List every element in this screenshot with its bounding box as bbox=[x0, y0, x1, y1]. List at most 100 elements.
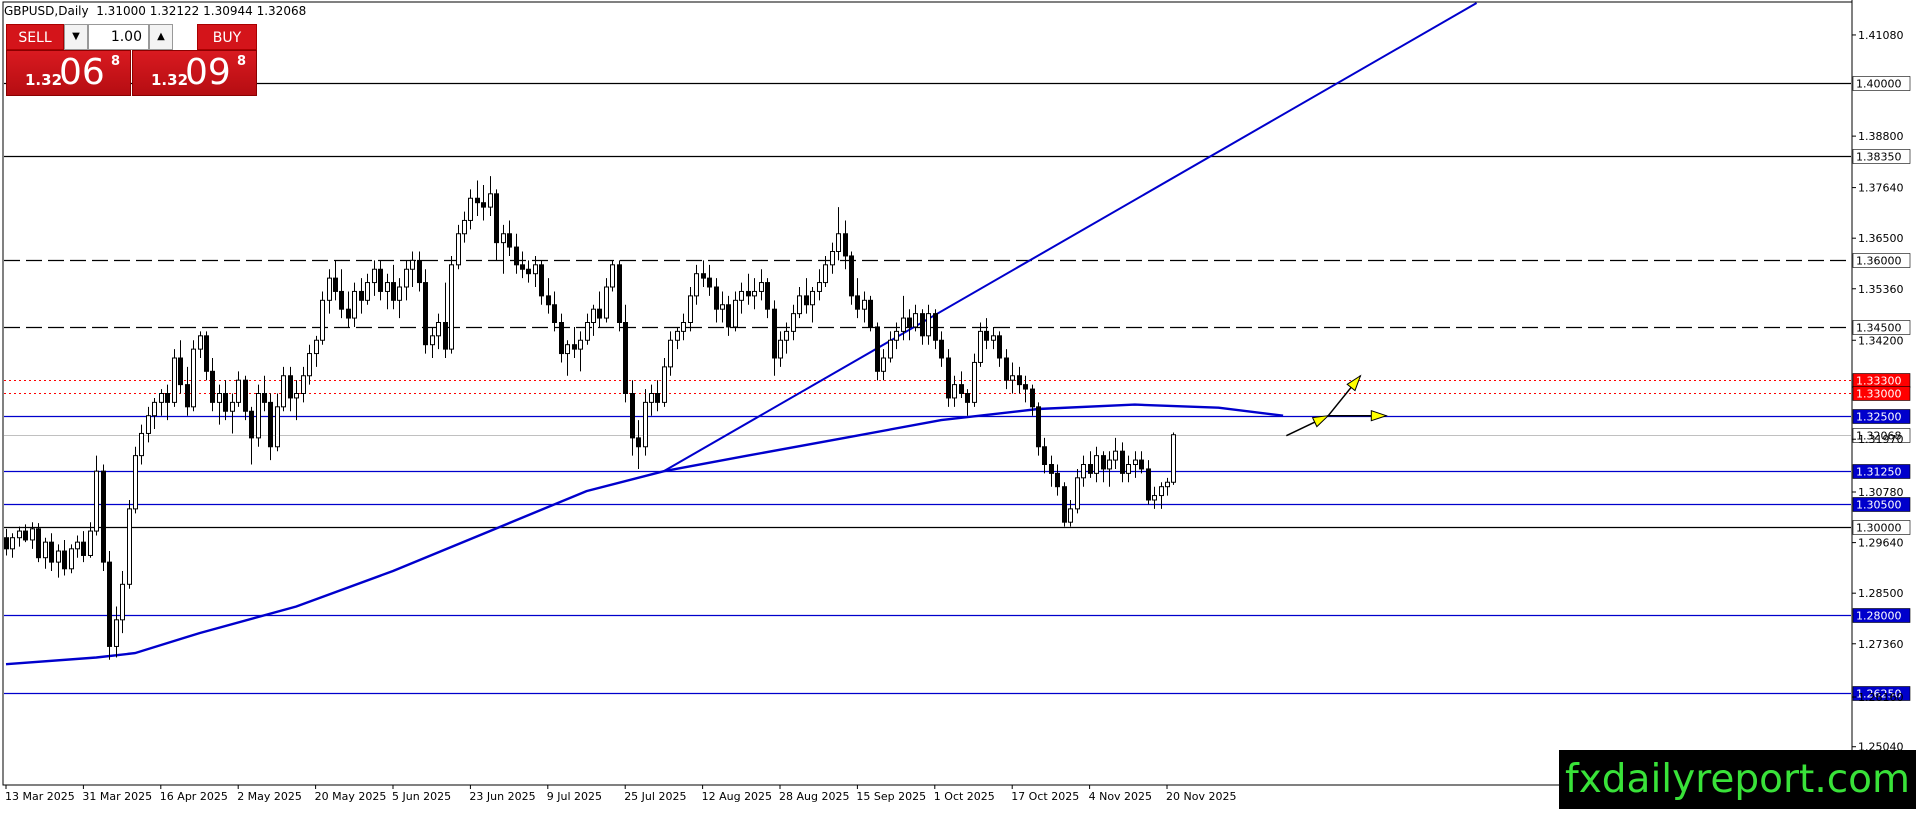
price-tick-label: 1.28500 bbox=[1858, 587, 1904, 600]
candle bbox=[610, 260, 615, 292]
candle-body bbox=[436, 322, 441, 337]
candle-body bbox=[191, 348, 196, 408]
candle-body bbox=[178, 357, 183, 386]
candle-body bbox=[152, 401, 157, 417]
candle-body bbox=[385, 282, 390, 292]
candle-body bbox=[468, 197, 473, 221]
candle-body bbox=[346, 308, 351, 319]
candle-body bbox=[817, 282, 822, 292]
candle-body bbox=[630, 393, 635, 439]
candle-body bbox=[23, 530, 28, 541]
candle bbox=[101, 464, 106, 571]
candle bbox=[36, 523, 41, 563]
candle bbox=[449, 255, 454, 354]
candle-body bbox=[165, 393, 170, 403]
candle-body bbox=[1139, 459, 1144, 470]
candle-body bbox=[720, 304, 725, 310]
candle-body bbox=[488, 193, 493, 208]
time-tick-label: 5 Jun 2025 bbox=[392, 790, 451, 803]
candle-body bbox=[668, 339, 673, 368]
candle-body bbox=[894, 330, 899, 341]
candle-body bbox=[1113, 450, 1118, 461]
chart-area[interactable]: 1.40000 1.38350 1.36000 1.34500 1.33300 1.330… bbox=[0, 0, 1916, 809]
candle-body bbox=[552, 304, 557, 323]
candle-body bbox=[520, 264, 525, 270]
close-value: 1.32068 bbox=[256, 4, 307, 18]
candle-body bbox=[268, 401, 273, 448]
open-value: 1.31000 bbox=[96, 4, 146, 18]
candle-body bbox=[185, 384, 190, 408]
candle-body bbox=[204, 335, 209, 372]
buy-button[interactable]: BUY bbox=[197, 24, 257, 50]
candle-body bbox=[320, 299, 325, 341]
lot-up-icon[interactable]: ▲ bbox=[149, 24, 173, 50]
candle-body bbox=[101, 470, 106, 563]
candle-body bbox=[862, 299, 867, 310]
candle-body bbox=[456, 233, 461, 266]
candle-body bbox=[198, 335, 203, 350]
candle-body bbox=[875, 326, 880, 372]
price-tick-label: 1.38800 bbox=[1858, 130, 1904, 143]
candle-body bbox=[501, 233, 506, 244]
candle-body bbox=[991, 335, 996, 341]
candle-body bbox=[913, 313, 918, 328]
candle-body bbox=[359, 290, 364, 301]
candle-body bbox=[997, 335, 1002, 359]
candle-body bbox=[243, 379, 248, 412]
candle-body bbox=[172, 357, 177, 403]
candle-body bbox=[217, 393, 222, 403]
time-tick-label: 20 May 2025 bbox=[315, 790, 387, 803]
level-label: 1.28000 bbox=[1856, 610, 1902, 623]
high-value: 1.32122 bbox=[149, 4, 200, 18]
candle-body bbox=[275, 406, 280, 448]
candle-body bbox=[139, 432, 144, 457]
candle bbox=[172, 349, 177, 407]
time-tick-label: 4 Nov 2025 bbox=[1089, 790, 1152, 803]
lot-dropdown-icon[interactable]: ▼ bbox=[64, 24, 88, 50]
time-tick-label: 25 Jul 2025 bbox=[624, 790, 686, 803]
candle-body bbox=[920, 313, 925, 337]
candle-body bbox=[1030, 388, 1035, 408]
candle-body bbox=[120, 583, 125, 621]
candle-body bbox=[1159, 486, 1164, 497]
sell-price-box[interactable]: 1.32 06 8 bbox=[6, 50, 131, 96]
candle-body bbox=[107, 561, 112, 647]
time-tick-label: 17 Oct 2025 bbox=[1011, 790, 1079, 803]
candle-body bbox=[249, 410, 254, 439]
candle-body bbox=[314, 339, 319, 355]
watermark: fxdailyreport.com bbox=[1559, 750, 1916, 809]
candle-body bbox=[714, 286, 719, 310]
candle-body bbox=[752, 290, 757, 297]
candle-body bbox=[1004, 357, 1009, 381]
candle-body bbox=[404, 268, 409, 288]
candle-body bbox=[565, 344, 570, 355]
candle-body bbox=[230, 401, 235, 412]
time-tick-label: 28 Aug 2025 bbox=[779, 790, 849, 803]
candle-body bbox=[739, 290, 744, 301]
level-label: 1.30000 bbox=[1856, 522, 1902, 535]
candle-body bbox=[81, 541, 86, 556]
candle bbox=[1062, 482, 1067, 527]
lot-size-input[interactable] bbox=[88, 24, 149, 50]
candle-body bbox=[759, 282, 764, 292]
candle-body bbox=[1017, 375, 1022, 386]
buy-price-big: 09 bbox=[185, 52, 231, 93]
low-value: 1.30944 bbox=[203, 4, 253, 18]
candle-body bbox=[49, 541, 54, 563]
candle-body bbox=[965, 393, 970, 403]
price-tick-label: 1.29640 bbox=[1858, 537, 1904, 550]
candle-body bbox=[301, 375, 306, 394]
candle-body bbox=[559, 322, 564, 355]
level-label: 1.32500 bbox=[1856, 411, 1902, 424]
buy-price-box[interactable]: 1.32 09 8 bbox=[132, 50, 257, 96]
candle-body bbox=[778, 339, 783, 359]
candle-body bbox=[701, 273, 706, 279]
price-tick-label: 1.27360 bbox=[1858, 638, 1904, 651]
candle-body bbox=[933, 313, 938, 341]
candle-body bbox=[888, 339, 893, 359]
price-chart[interactable]: 1.40000 1.38350 1.36000 1.34500 1.333001.330… bbox=[0, 0, 1916, 809]
candle bbox=[868, 295, 873, 332]
candle-body bbox=[262, 393, 267, 403]
sell-button[interactable]: SELL bbox=[6, 24, 64, 50]
candle-body bbox=[830, 251, 835, 266]
